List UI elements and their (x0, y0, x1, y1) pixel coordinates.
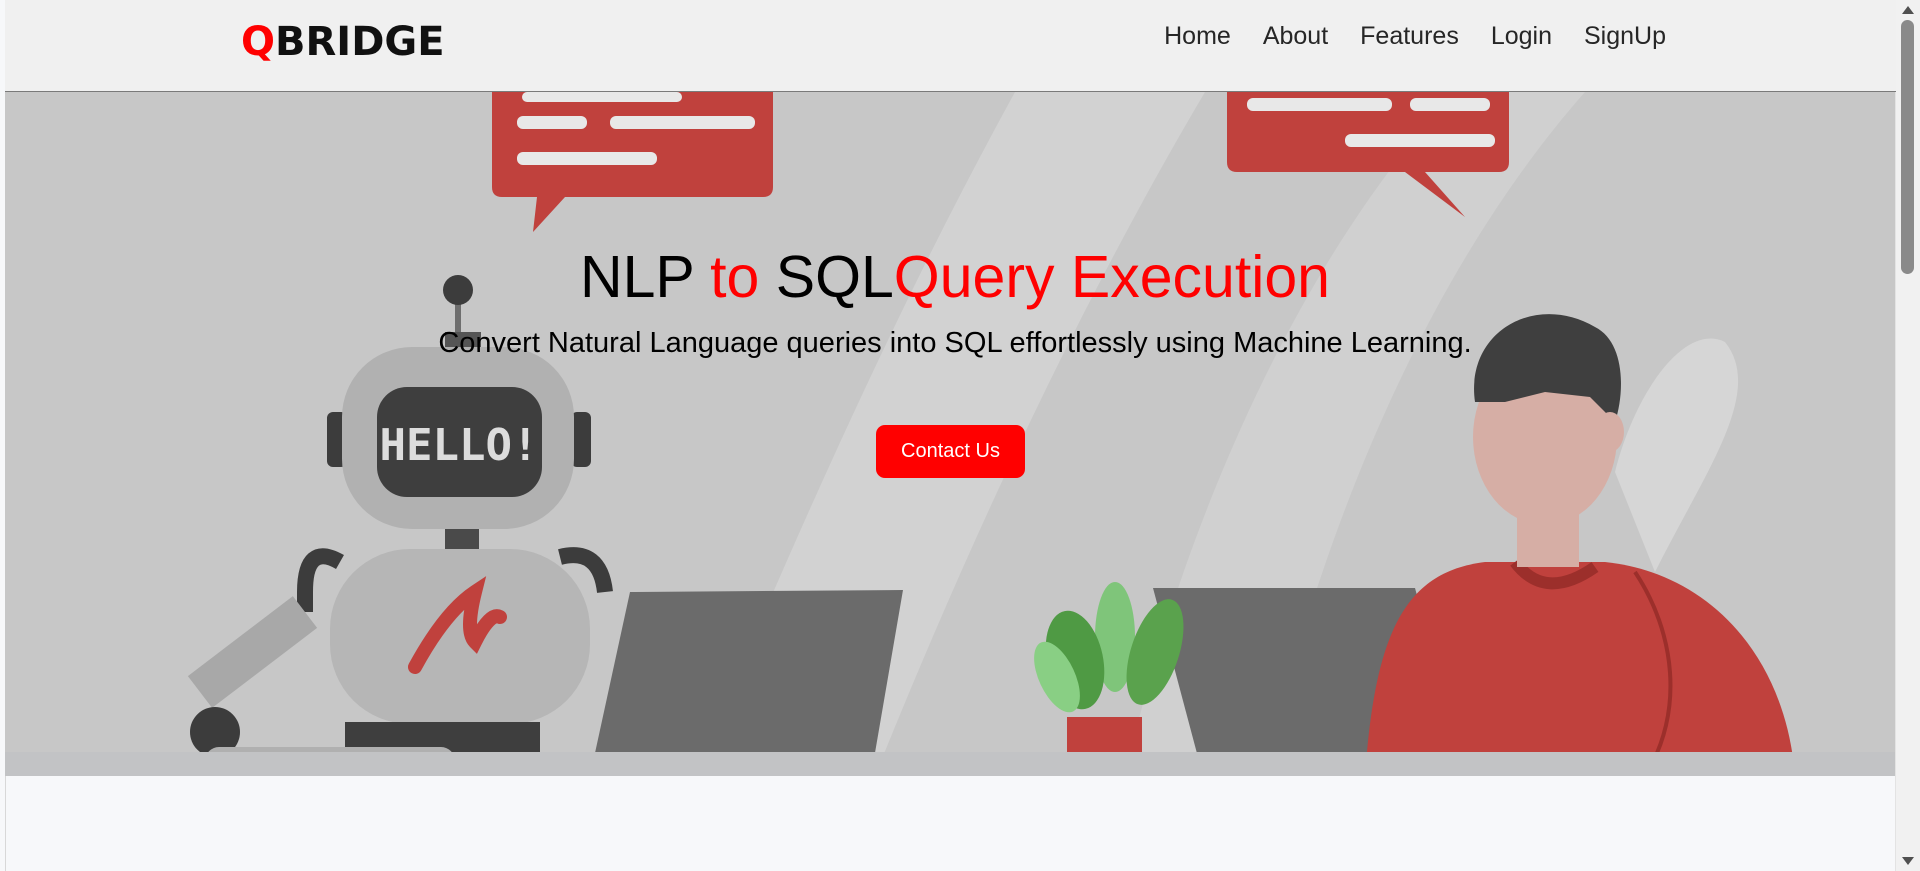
nav-login-link[interactable]: Login (1491, 20, 1552, 52)
contact-us-button[interactable]: Contact Us (876, 425, 1025, 478)
nav-features-link[interactable]: Features (1360, 20, 1459, 52)
nav-about-link[interactable]: About (1263, 20, 1328, 52)
laptop-left (590, 590, 903, 776)
hero-subtitle: Convert Natural Language queries into SQ… (438, 327, 1472, 359)
speech-bubble-left (492, 92, 773, 232)
nav-signup-link[interactable]: SignUp (1584, 20, 1666, 52)
hero-title: NLP to SQLQuery Execution (5, 242, 1895, 312)
scroll-up-arrow-icon[interactable] (1902, 6, 1914, 14)
scroll-thumb[interactable] (1901, 20, 1914, 274)
nav-home-link[interactable]: Home (1164, 20, 1231, 52)
navbar: QBRIDGE Home About Features Login SignUp (5, 0, 1896, 92)
hero-bottom-strip (5, 752, 1895, 776)
scroll-down-arrow-icon[interactable] (1902, 857, 1914, 865)
brand-logo-text: BRIDGE (275, 19, 445, 65)
brand-logo-q: Q (241, 19, 276, 65)
hero-title-part-nlp: NLP (580, 244, 711, 310)
hero-section: HELLO! NLP to SQLQuery Execution Convert… (5, 92, 1895, 776)
hero-title-part-sql: SQL (759, 244, 894, 310)
robot-screen-text: HELLO! (380, 420, 539, 471)
background-blob (1615, 338, 1739, 572)
vertical-scrollbar[interactable] (1895, 0, 1920, 871)
nav-links: Home About Features Login SignUp (1132, 20, 1666, 52)
hero-title-part-to: to (710, 244, 760, 310)
brand-logo[interactable]: QBRIDGE (241, 18, 445, 66)
hero-title-part-query: Query Execution (893, 244, 1330, 310)
